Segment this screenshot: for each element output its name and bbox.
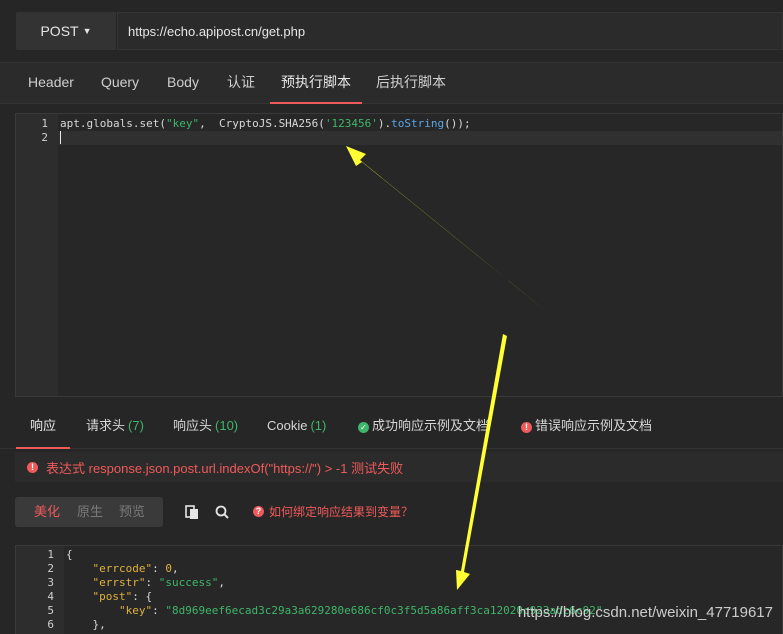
- format-toggle: 美化 原生 预览: [15, 497, 163, 527]
- watermark: https://blog.csdn.net/weixin_47719617: [517, 604, 773, 621]
- tab-response-headers[interactable]: 响应头 (10): [173, 405, 238, 449]
- raw-button[interactable]: 原生: [77, 497, 103, 527]
- bind-variable-hint-text: 如何绑定响应结果到变量？: [269, 505, 414, 519]
- code-token: , CryptoJS.SHA256(: [199, 117, 325, 130]
- tab-label: 响应头: [173, 418, 213, 433]
- copy-icon[interactable]: [183, 503, 201, 521]
- json-key: "errcode": [92, 562, 153, 575]
- json-key: "post": [92, 590, 133, 603]
- line-number: 4: [47, 590, 54, 603]
- json-line: "post": {: [66, 590, 153, 603]
- preview-button[interactable]: 预览: [119, 497, 145, 527]
- assertion-error-text: 表达式 response.json.post.url.indexOf("http…: [46, 460, 404, 476]
- line-gutter: 1 2: [16, 114, 58, 396]
- error-circle-icon: !: [27, 461, 38, 473]
- tab-count: (7): [128, 418, 144, 433]
- line-number: 3: [47, 576, 54, 589]
- bind-variable-hint[interactable]: ? 如何绑定响应结果到变量？: [253, 503, 413, 520]
- beautify-button[interactable]: 美化: [34, 497, 60, 527]
- tab-count: (1): [310, 418, 327, 433]
- json-value: "success": [158, 576, 219, 589]
- json-key: "key": [118, 604, 153, 617]
- json-punct: : {: [132, 590, 153, 603]
- tab-query[interactable]: Query: [92, 63, 148, 104]
- response-tabs: 响应 请求头 (7) 响应头 (10) Cookie (1) ✓ 成功响应示例及文档 !…: [0, 405, 783, 449]
- tab-count: (10): [215, 418, 239, 433]
- tab-pre-script[interactable]: 预执行脚本: [270, 63, 362, 104]
- tab-cookie[interactable]: Cookie (1): [267, 405, 326, 449]
- code-token: toString: [391, 117, 445, 130]
- code-token: ());: [444, 117, 471, 130]
- error-circle-icon: !: [521, 422, 532, 433]
- tab-request-headers[interactable]: 请求头 (7): [86, 405, 144, 449]
- tab-post-script[interactable]: 后执行脚本: [368, 63, 454, 104]
- line-number: 1: [41, 117, 48, 130]
- check-circle-icon: ✓: [358, 422, 369, 433]
- tab-label: 成功响应示例及文档: [372, 418, 490, 433]
- search-icon[interactable]: [213, 503, 231, 521]
- method-select[interactable]: POST ▼: [16, 12, 116, 50]
- url-bar: POST ▼ https://echo.apipost.cn/get.php: [0, 0, 783, 62]
- code-token: apt.globals.set(: [60, 117, 166, 130]
- tab-body[interactable]: Body: [156, 63, 210, 104]
- request-tabs: Header Query Body 认证 预执行脚本 后执行脚本: [0, 62, 783, 104]
- tab-auth[interactable]: 认证: [218, 63, 264, 104]
- line-number: 2: [41, 131, 48, 144]
- json-line: {: [66, 548, 73, 561]
- code-line-1: apt.globals.set("key", CryptoJS.SHA256('…: [60, 117, 471, 130]
- method-label: POST: [40, 23, 79, 39]
- code-token: '123456': [324, 117, 378, 130]
- code-token: ).: [377, 117, 392, 130]
- json-punct: },: [92, 618, 106, 631]
- code-token: "key": [165, 117, 200, 130]
- text-cursor: [60, 131, 61, 144]
- json-value: 0: [165, 562, 172, 575]
- script-editor[interactable]: 1 2 apt.globals.set("key", CryptoJS.SHA2…: [15, 113, 783, 397]
- json-line: "errstr": "success",: [92, 576, 225, 589]
- json-line: },: [66, 618, 106, 631]
- assertion-error: ! 表达式 response.json.post.url.indexOf("ht…: [15, 452, 783, 482]
- tab-label: 响应: [30, 418, 57, 433]
- active-line-highlight: [58, 131, 782, 145]
- tab-header[interactable]: Header: [18, 63, 84, 104]
- line-number: 6: [47, 618, 54, 631]
- tab-error-docs[interactable]: ! 错误响应示例及文档: [521, 405, 652, 449]
- tab-label: Cookie: [267, 418, 308, 433]
- chevron-down-icon: ▼: [82, 26, 92, 36]
- tab-label: 请求头: [86, 418, 126, 433]
- line-gutter: 1 2 3 4 5 6: [16, 546, 64, 634]
- json-key: "errstr": [92, 576, 146, 589]
- url-input[interactable]: https://echo.apipost.cn/get.php: [117, 12, 783, 50]
- question-circle-icon: ?: [253, 506, 264, 517]
- line-number: 5: [47, 604, 54, 617]
- line-number: 2: [47, 562, 54, 575]
- line-number: 1: [47, 548, 54, 561]
- tab-label: 错误响应示例及文档: [535, 418, 653, 433]
- json-line: "errcode": 0,: [92, 562, 179, 575]
- tab-response[interactable]: 响应: [16, 405, 70, 449]
- tab-success-docs[interactable]: ✓ 成功响应示例及文档: [358, 405, 489, 449]
